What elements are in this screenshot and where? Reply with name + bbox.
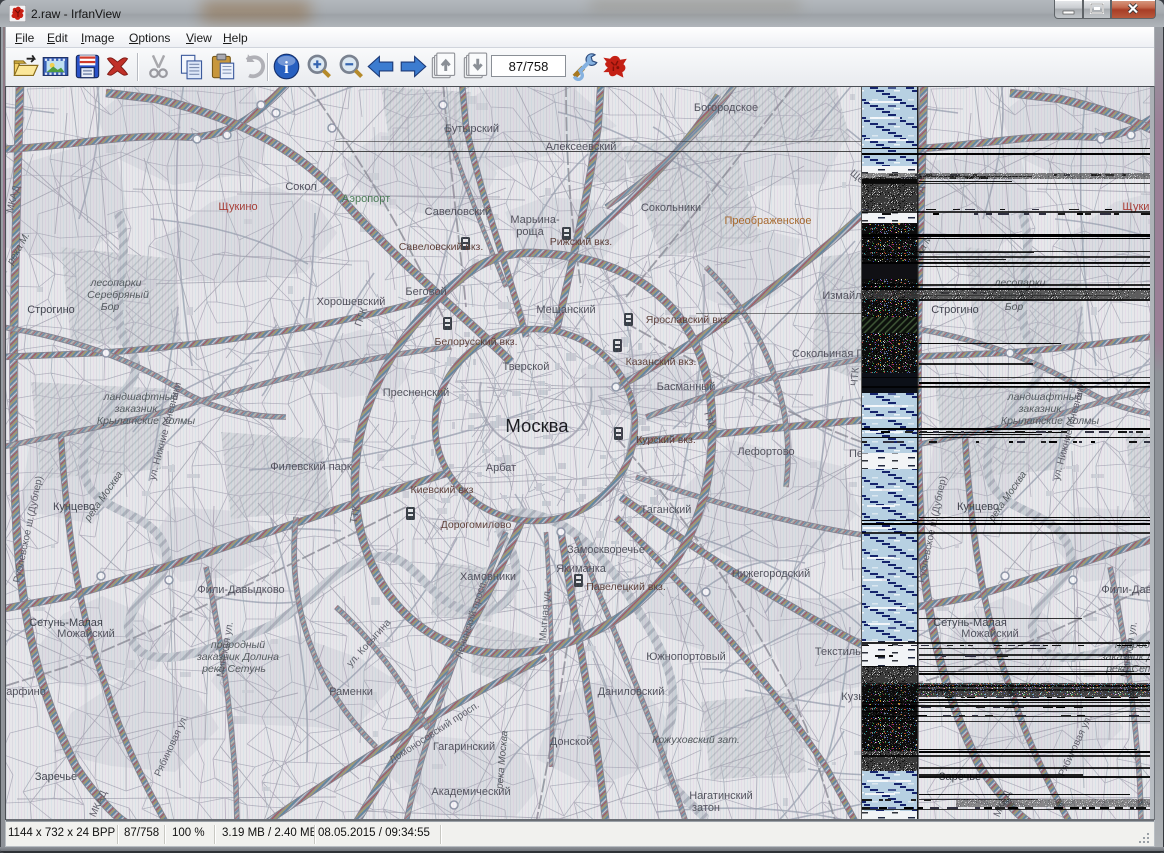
svg-text:i: i (284, 58, 289, 77)
